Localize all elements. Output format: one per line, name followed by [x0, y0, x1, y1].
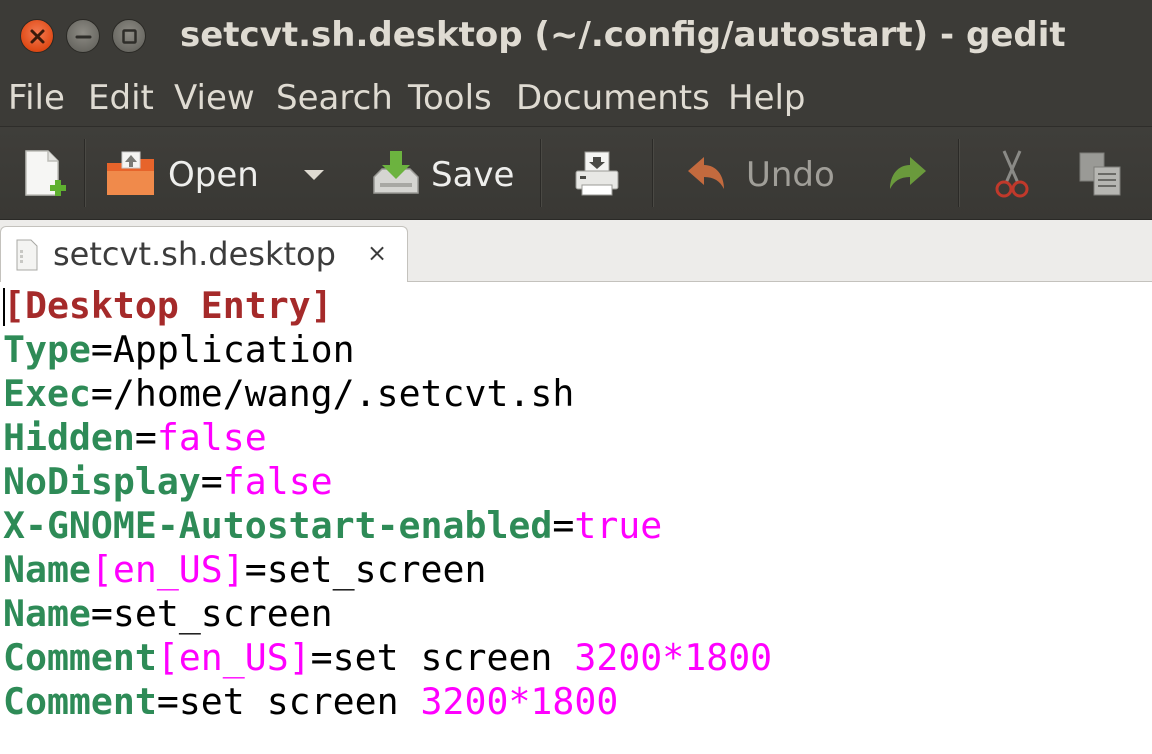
editor-line: Comment=set screen 3200*1800	[3, 680, 618, 724]
menu-documents[interactable]: Documents	[516, 78, 710, 118]
undo-icon	[688, 157, 724, 189]
entry-key: Type	[3, 328, 91, 371]
entry-value-number: 3200*1800	[574, 636, 773, 679]
maximize-icon	[122, 29, 137, 44]
tab-label: setcvt.sh.desktop	[53, 235, 336, 273]
equals-sign: =	[156, 680, 179, 723]
save-button-label[interactable]: Save	[431, 155, 514, 195]
toolbar-separator	[958, 139, 959, 207]
save-button[interactable]	[370, 147, 422, 203]
chevron-down-icon	[304, 170, 324, 180]
text-file-icon	[16, 239, 38, 271]
entry-locale: [en_US]	[156, 636, 311, 679]
minimize-window-button[interactable]	[66, 19, 100, 53]
menu-help[interactable]: Help	[728, 78, 806, 118]
entry-key: Name	[3, 548, 91, 591]
equals-sign: =	[552, 504, 575, 547]
entry-value-keyword: false	[156, 416, 267, 459]
redo-icon	[890, 157, 926, 189]
window-title: setcvt.sh.desktop (~/.config/autostart) …	[180, 15, 1066, 55]
print-icon	[575, 151, 619, 196]
entry-value-keyword: false	[222, 460, 333, 503]
editor-line: Hidden=false	[3, 416, 267, 460]
entry-locale: [en_US]	[90, 548, 245, 591]
save-icon	[373, 151, 419, 194]
menu-file[interactable]: File	[8, 78, 65, 118]
open-recent-dropdown[interactable]	[302, 167, 326, 186]
editor-line: Exec=/home/wang/.setcvt.sh	[3, 372, 574, 416]
redo-button[interactable]	[884, 153, 928, 197]
tab-close-button[interactable]: ×	[367, 239, 387, 267]
entry-value-number: 3200*1800	[420, 680, 619, 723]
document-tab[interactable]: setcvt.sh.desktop ×	[0, 226, 408, 282]
entry-key: Comment	[3, 680, 157, 723]
equals-sign: =	[200, 460, 223, 503]
new-document-button[interactable]	[20, 149, 70, 205]
toolbar-separator	[84, 139, 85, 207]
editor-line: Name[en_US]=set_screen	[3, 548, 486, 592]
cut-icon	[995, 150, 1029, 198]
entry-value: set screen	[178, 680, 421, 723]
open-button-label[interactable]: Open	[168, 155, 259, 195]
entry-key: X-GNOME-Autostart-enabled	[3, 504, 553, 547]
print-button[interactable]	[572, 149, 622, 203]
entry-value-keyword: true	[574, 504, 663, 547]
toolbar-separator	[652, 139, 653, 207]
equals-sign: =	[90, 372, 113, 415]
document-tab-bar: setcvt.sh.desktop ×	[0, 220, 1152, 282]
toolbar: Open Save Undo	[0, 126, 1152, 220]
folder-open-icon	[107, 151, 154, 195]
entry-key: Name	[3, 592, 91, 635]
entry-value: set_screen	[266, 548, 487, 591]
menu-view[interactable]: View	[174, 78, 255, 118]
entry-value: Application	[112, 328, 355, 371]
entry-key: Comment	[3, 636, 157, 679]
editor-line: X-GNOME-Autostart-enabled=true	[3, 504, 662, 548]
section-header: [Desktop Entry]	[3, 284, 333, 327]
entry-value: set_screen	[112, 592, 333, 635]
cut-button[interactable]	[992, 147, 1032, 205]
maximize-window-button[interactable]	[112, 19, 146, 53]
equals-sign: =	[310, 636, 333, 679]
entry-value: /home/wang/.setcvt.sh	[112, 372, 575, 415]
undo-button-label[interactable]: Undo	[746, 155, 835, 195]
editor-line: Type=Application	[3, 328, 355, 372]
menu-search[interactable]: Search	[276, 78, 393, 118]
equals-sign: =	[90, 328, 113, 371]
entry-value: set screen	[332, 636, 575, 679]
toolbar-separator	[540, 139, 541, 207]
equals-sign: =	[244, 548, 267, 591]
menu-bar: File Edit View Search Tools Documents He…	[0, 76, 1152, 126]
close-window-button[interactable]	[20, 19, 54, 53]
title-bar: setcvt.sh.desktop (~/.config/autostart) …	[0, 0, 1152, 76]
equals-sign: =	[134, 416, 157, 459]
menu-edit[interactable]: Edit	[88, 78, 154, 118]
copy-button[interactable]	[1076, 149, 1124, 203]
new-document-icon	[25, 150, 66, 196]
close-icon	[30, 29, 45, 44]
text-editor[interactable]: [Desktop Entry] Type=Application Exec=/h…	[0, 282, 1152, 754]
menu-tools[interactable]: Tools	[408, 78, 492, 118]
editor-line: [Desktop Entry]	[3, 284, 333, 328]
equals-sign: =	[90, 592, 113, 635]
entry-key: Exec	[3, 372, 91, 415]
copy-icon	[1079, 152, 1121, 196]
open-button[interactable]	[104, 149, 158, 203]
undo-button[interactable]	[686, 153, 730, 197]
entry-key: Hidden	[3, 416, 135, 459]
entry-key: NoDisplay	[3, 460, 201, 503]
minimize-icon	[75, 35, 92, 39]
editor-line: Comment[en_US]=set screen 3200*1800	[3, 636, 772, 680]
editor-line: Name=set_screen	[3, 592, 333, 636]
editor-line: NoDisplay=false	[3, 460, 333, 504]
